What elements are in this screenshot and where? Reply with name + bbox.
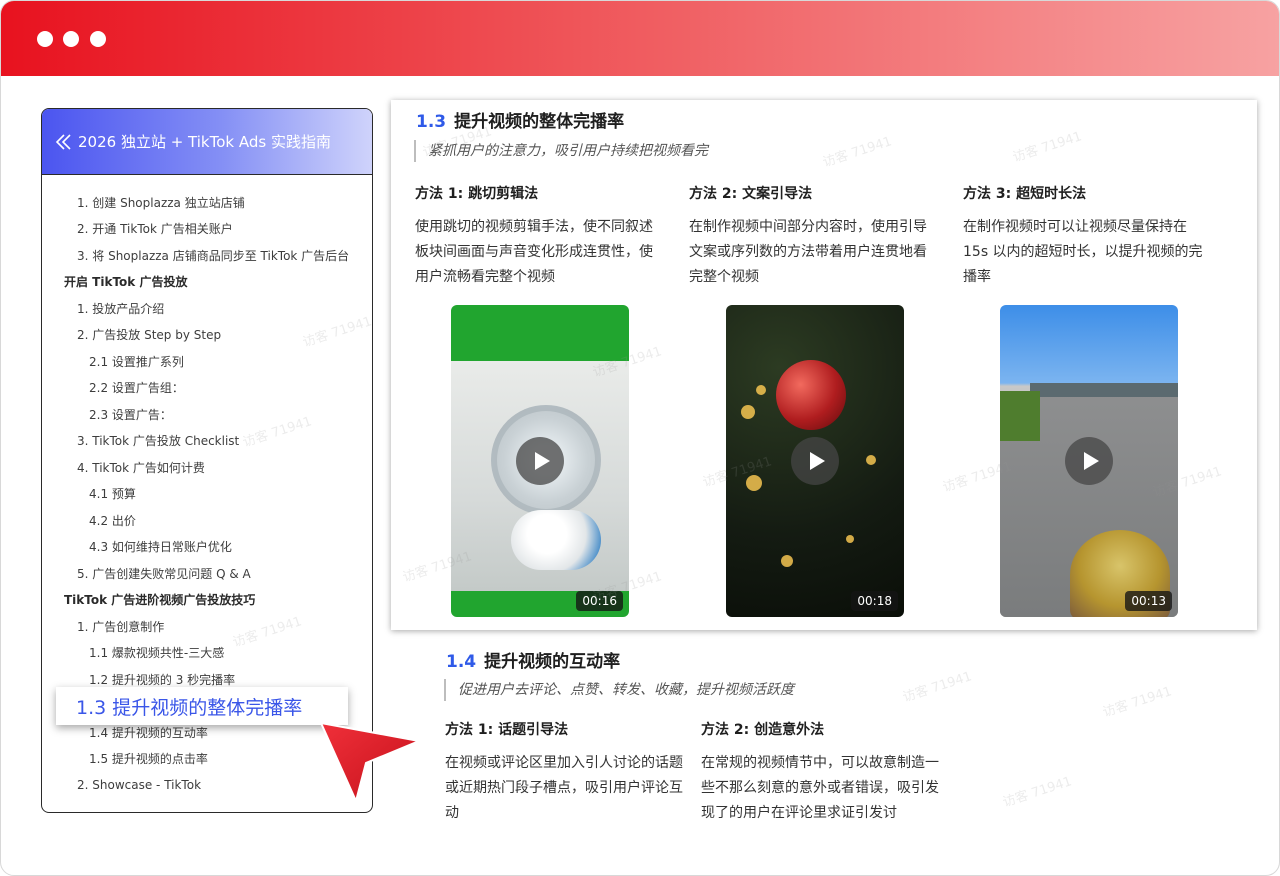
section-title: 提升视频的互动率 [484, 652, 621, 672]
double-chevron-left-icon[interactable] [54, 132, 74, 152]
app-window: 2026 独立站 + TikTok Ads 实践指南 1. 创建 Shoplaz… [0, 0, 1280, 876]
section-title: 提升视频的整体完播率 [454, 112, 625, 132]
toc-item[interactable]: 4. TikTok 广告如何计费 [42, 454, 372, 481]
section-number: 1.4 [446, 652, 477, 672]
method-desc: 在视频或评论区里加入引人讨论的话题或近期热门段子槽点，吸引用户评论互动 [445, 755, 683, 821]
video-duration: 00:18 [851, 591, 898, 611]
video-scene [866, 455, 876, 465]
toc-item[interactable]: 1. 广告创意制作 [42, 613, 372, 640]
video-duration: 00:16 [576, 591, 623, 611]
method-title: 方法 3: 超短时长法 [963, 186, 1087, 202]
sidebar-title: 2026 独立站 + TikTok Ads 实践指南 [78, 133, 331, 151]
toc-item[interactable]: 4.2 出价 [42, 507, 372, 534]
title-bar [1, 1, 1279, 76]
method-desc: 使用跳切的视频剪辑手法，使不同叙述板块间画面与声音变化形成连贯性，使用户流畅看完… [415, 219, 653, 285]
method-title: 方法 2: 创造意外法 [701, 722, 825, 738]
section-quote: 促进用户去评论、点赞、转发、收藏，提升视频活跃度 [444, 679, 794, 701]
play-icon[interactable] [791, 437, 839, 485]
toc-item[interactable]: 4.1 预算 [42, 481, 372, 508]
toc-item[interactable]: 3. 将 Shoplazza 店铺商品同步至 TikTok 广告后台 [42, 242, 372, 269]
method-desc: 在常规的视频情节中，可以故意制造一些不那么刻意的意外或者错误，吸引发现了的用户在… [701, 755, 939, 821]
section-1-3-card: 1.3 提升视频的整体完播率 紧抓用户的注意力，吸引用户持续把视频看完 方法 1:… [391, 100, 1257, 630]
window-dot-1[interactable] [37, 31, 53, 47]
window-dot-3[interactable] [90, 31, 106, 47]
method-1-4-1: 方法 1: 话题引导法 在视频或评论区里加入引人讨论的话题或近期热门段子槽点，吸… [445, 719, 695, 826]
watermark: 访客 71941 [1101, 684, 1174, 721]
section-heading-1-4: 1.4 提升视频的互动率 [446, 647, 620, 672]
toc-item[interactable]: 1.1 爆款视频共性-三大感 [42, 640, 372, 667]
toc-section-header[interactable]: 开启 TikTok 广告投放 [42, 269, 372, 296]
toc-section-header[interactable]: TikTok 广告进阶视频广告投放技巧 [42, 587, 372, 614]
video-thumbnail-3[interactable]: 00:13 [1000, 305, 1178, 617]
video-scene [511, 510, 601, 570]
method-3: 方法 3: 超短时长法 在制作视频时可以让视频尽量保持在 15s 以内的超短时长… [963, 183, 1213, 290]
play-icon[interactable] [1065, 437, 1113, 485]
cursor-arrow-icon [319, 721, 423, 804]
toc-item[interactable]: 5. 广告创建失败常见问题 Q & A [42, 560, 372, 587]
window-dot-2[interactable] [63, 31, 79, 47]
toc-item[interactable]: 2.3 设置广告： [42, 401, 372, 428]
video-scene [1030, 383, 1178, 397]
method-2: 方法 2: 文案引导法 在制作视频中间部分内容时，使用引导文案或序列数的方法带着… [689, 183, 939, 290]
sidebar-header: 2026 独立站 + TikTok Ads 实践指南 [42, 109, 372, 175]
watermark: 访客 71941 [901, 669, 974, 706]
watermark: 访客 71941 [1001, 774, 1074, 811]
video-scene [746, 475, 762, 491]
method-desc: 在制作视频时可以让视频尽量保持在 15s 以内的超短时长，以提升视频的完播率 [963, 219, 1203, 285]
toc-item[interactable]: 2.2 设置广告组： [42, 375, 372, 402]
video-thumbnail-2[interactable]: 00:18 [726, 305, 904, 617]
method-title: 方法 1: 话题引导法 [445, 722, 569, 738]
video-scene [781, 555, 793, 567]
video-duration: 00:13 [1125, 591, 1172, 611]
play-icon[interactable] [516, 437, 564, 485]
method-title: 方法 1: 跳切剪辑法 [415, 186, 539, 202]
toc-item[interactable]: 1. 投放产品介绍 [42, 295, 372, 322]
section-heading: 1.3 提升视频的整体完播率 [416, 107, 624, 132]
method-desc: 在制作视频中间部分内容时，使用引导文案或序列数的方法带着用户连贯地看完整个视频 [689, 219, 927, 285]
toc-item[interactable]: 2. 开通 TikTok 广告相关账户 [42, 216, 372, 243]
video-scene [756, 385, 766, 395]
toc-item[interactable]: 3. TikTok 广告投放 Checklist [42, 428, 372, 455]
video-thumbnail-1[interactable]: 00:16 [451, 305, 629, 617]
video-scene [846, 535, 854, 543]
method-title: 方法 2: 文案引导法 [689, 186, 813, 202]
toc-item[interactable]: 2. 广告投放 Step by Step [42, 322, 372, 349]
toc-item[interactable]: 1. 创建 Shoplazza 独立站店铺 [42, 189, 372, 216]
video-scene [1000, 391, 1040, 441]
toc-item[interactable]: 2.1 设置推广系列 [42, 348, 372, 375]
section-quote: 紧抓用户的注意力，吸引用户持续把视频看完 [414, 140, 708, 162]
section-number: 1.3 [416, 112, 447, 132]
video-scene [741, 405, 755, 419]
toc-item[interactable]: 4.3 如何维持日常账户优化 [42, 534, 372, 561]
method-1: 方法 1: 跳切剪辑法 使用跳切的视频剪辑手法，使不同叙述板块间画面与声音变化形… [415, 183, 665, 290]
method-1-4-2: 方法 2: 创造意外法 在常规的视频情节中，可以故意制造一些不那么刻意的意外或者… [701, 719, 941, 826]
video-scene [776, 360, 846, 430]
